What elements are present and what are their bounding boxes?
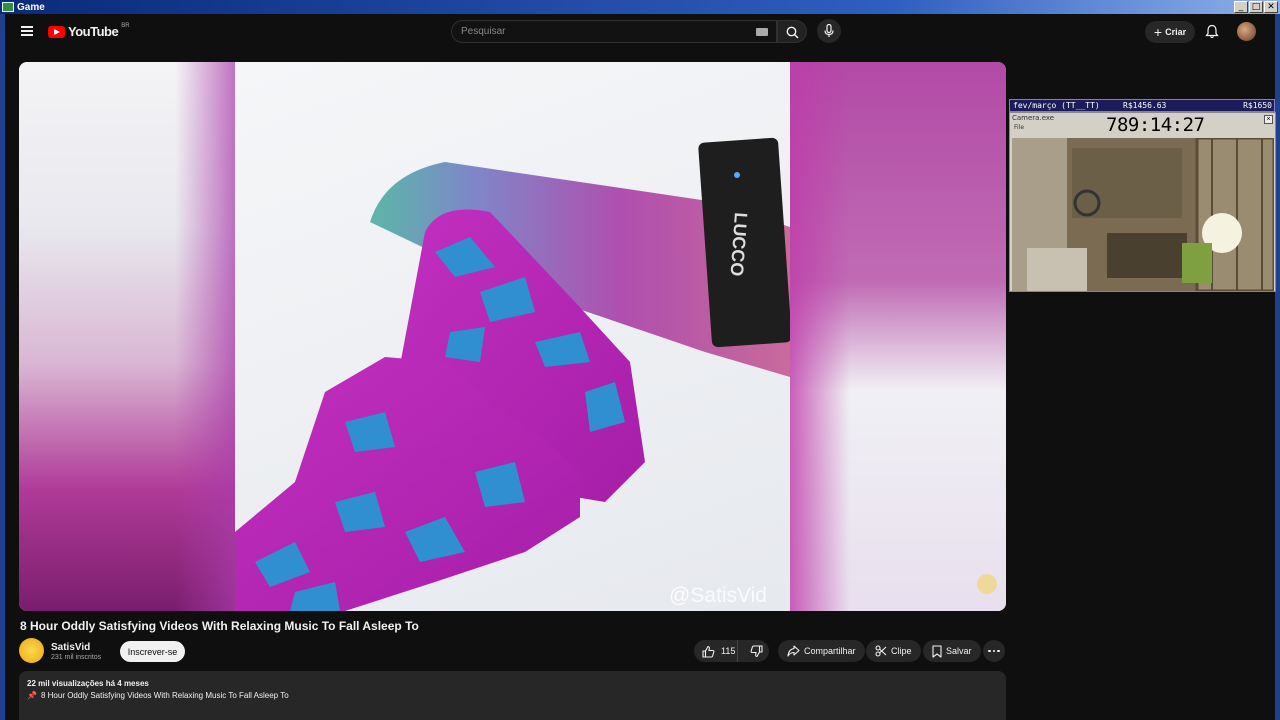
stream-timer: 789:14:27 [1106, 114, 1205, 136]
goal-overlay-bar: fev/março (TT__TT) R$1456.63 R$1650 [1009, 99, 1275, 112]
search-button[interactable] [777, 20, 807, 43]
video-content: LUCCO [235, 137, 790, 611]
search-box [451, 20, 777, 43]
share-icon [787, 645, 800, 657]
hamburger-menu-icon[interactable] [21, 26, 33, 36]
minimize-button[interactable]: _ [1234, 1, 1248, 13]
youtube-logo[interactable]: YouTube BR [48, 22, 130, 39]
description-box[interactable]: 22 mil visualizações há 4 meses 📌 8 Hour… [19, 671, 1006, 720]
region-code: BR [121, 22, 130, 29]
keyboard-icon[interactable] [756, 28, 768, 36]
video-title: 8 Hour Oddly Satisfying Videos With Rela… [20, 619, 419, 633]
webcam-feed [1012, 138, 1274, 291]
user-avatar[interactable] [1237, 22, 1256, 41]
youtube-play-icon [48, 25, 65, 38]
description-first-line: 📌 8 Hour Oddly Satisfying Videos With Re… [27, 691, 289, 700]
search-input[interactable] [452, 21, 732, 42]
subscriber-count: 231 mil inscritos [51, 654, 102, 661]
thumbs-down-icon [750, 645, 763, 658]
save-button[interactable]: Salvar [923, 640, 981, 662]
search-icon [786, 26, 799, 39]
pin-icon: 📌 [27, 691, 37, 700]
webcam-room-image [1012, 138, 1274, 291]
notifications-bell-icon[interactable] [1205, 24, 1219, 39]
close-button[interactable]: ✕ [1264, 1, 1278, 13]
like-button[interactable]: 115 [694, 640, 738, 662]
voice-search-button[interactable] [817, 19, 841, 43]
amount-current: R$1456.63 [1123, 101, 1167, 110]
window-title: Game [17, 1, 45, 13]
plus-icon: + [1153, 24, 1163, 40]
youtube-header: YouTube BR + Criar [5, 14, 1275, 48]
channel-watermark-icon[interactable] [977, 574, 997, 594]
camera-window: Camera.exe File × 789:14:27 [1009, 112, 1276, 292]
video-frame: LUCCO @SatisVid [235, 62, 790, 611]
video-player[interactable]: LUCCO @SatisVid [19, 62, 1006, 611]
description-text: 8 Hour Oddly Satisfying Videos With Rela… [40, 691, 289, 700]
create-label: Criar [1165, 27, 1187, 37]
like-count: 115 [721, 646, 736, 656]
description-meta: 22 mil visualizações há 4 meses [27, 679, 149, 688]
app-icon [2, 2, 14, 12]
camera-window-title: Camera.exe [1012, 114, 1055, 122]
clip-label: Clipe [891, 646, 912, 656]
logo-text: YouTube [68, 24, 119, 39]
create-button[interactable]: + Criar [1145, 21, 1195, 43]
window-titlebar: Game _ □ ✕ [0, 0, 1280, 14]
bookmark-icon [932, 644, 942, 658]
scissors-icon [875, 645, 887, 657]
like-dislike-group: 115 [694, 640, 769, 662]
microphone-icon [824, 24, 834, 37]
close-icon[interactable]: × [1264, 115, 1273, 124]
channel-name[interactable]: SatisVid [51, 642, 90, 653]
clip-button[interactable]: Clipe [866, 640, 921, 662]
video-watermark: @SatisVid [669, 584, 767, 607]
channel-avatar[interactable] [19, 638, 44, 663]
period-label: fev/março (TT__TT) [1013, 101, 1100, 110]
blurred-background-right [790, 62, 1006, 611]
more-actions-icon[interactable] [983, 640, 1005, 662]
blurred-background-left [19, 62, 235, 611]
subscribe-button[interactable]: Inscrever-se [120, 641, 185, 662]
dislike-button[interactable] [742, 640, 769, 662]
camera-menu-file[interactable]: File [1014, 124, 1024, 131]
share-button[interactable]: Compartilhar [778, 640, 865, 662]
maximize-button[interactable]: □ [1249, 1, 1263, 13]
amount-goal: R$1650 [1243, 101, 1272, 110]
thumbs-up-icon [702, 645, 715, 658]
share-label: Compartilhar [804, 646, 856, 656]
window-frame-left [0, 14, 5, 720]
save-label: Salvar [946, 646, 972, 656]
